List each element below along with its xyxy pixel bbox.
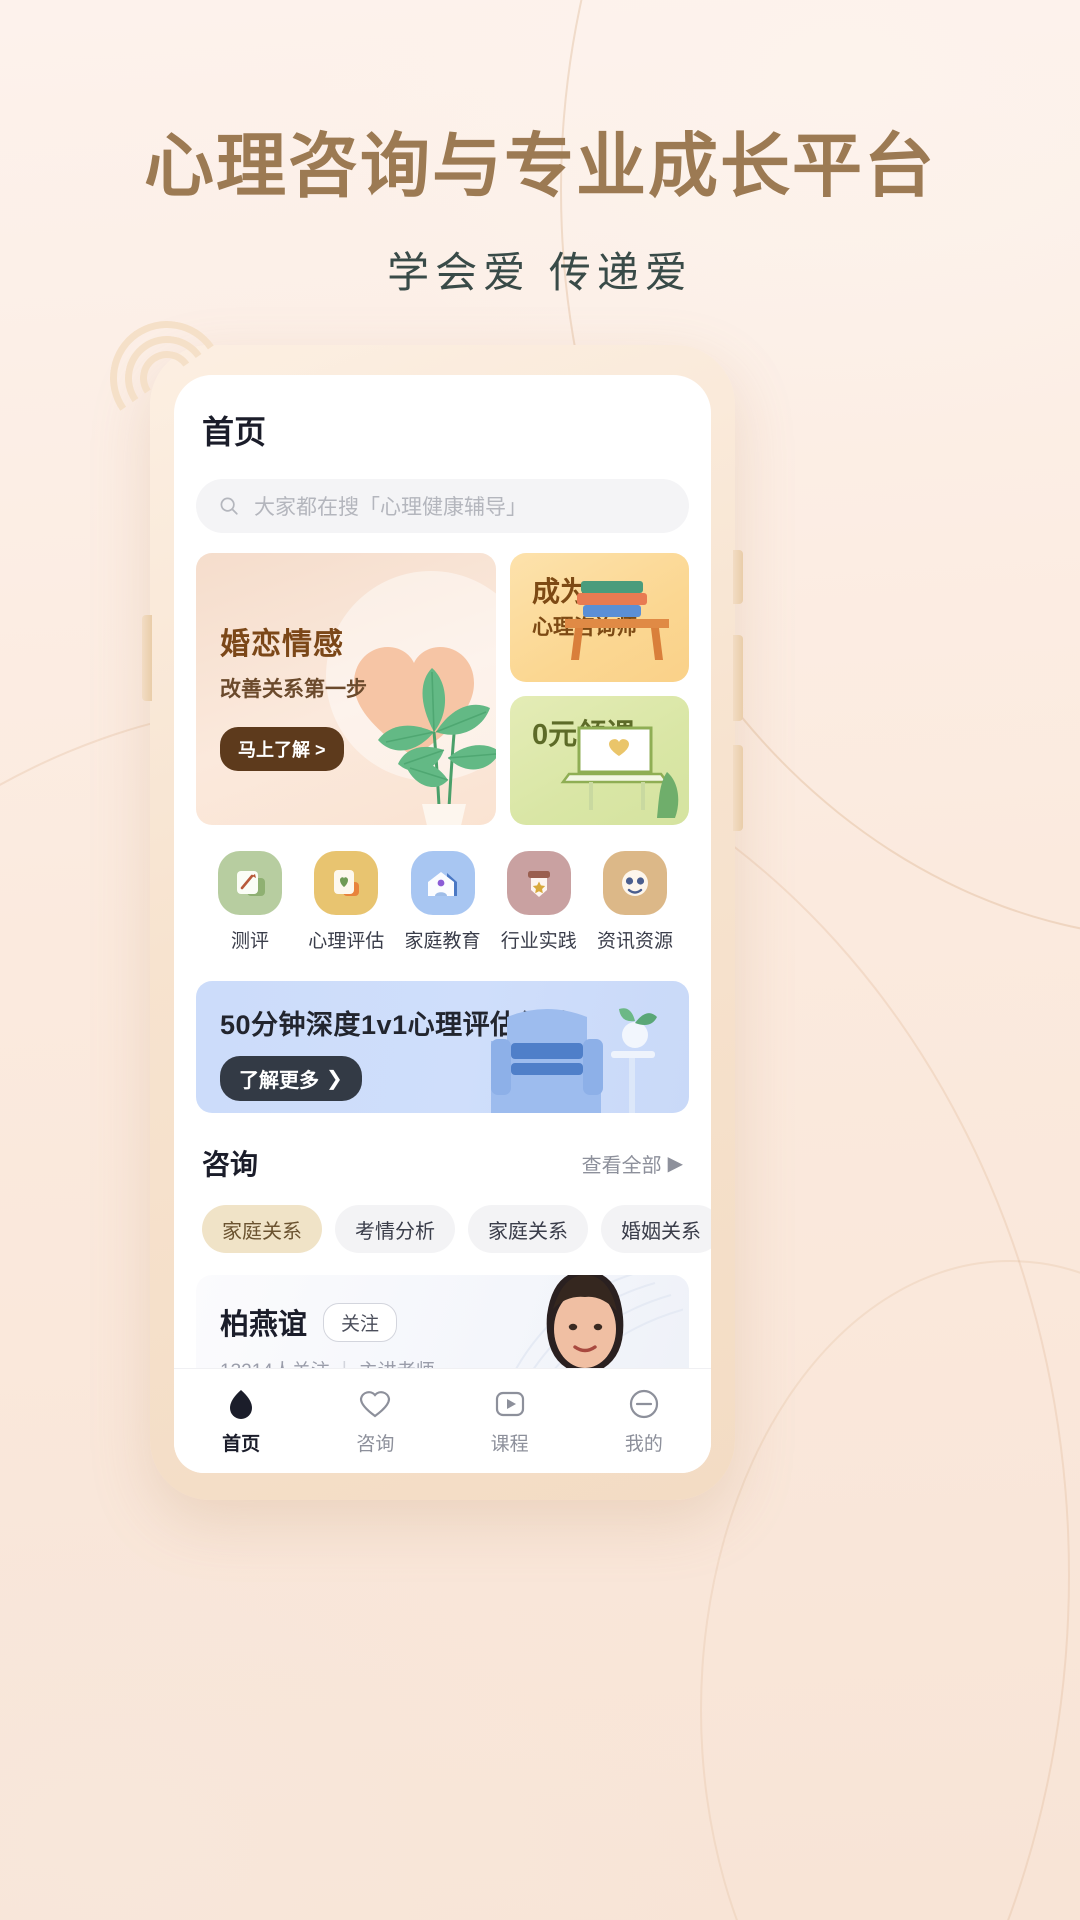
assessment-note-icon [218, 851, 282, 915]
tab-label: 咨询 [356, 1434, 395, 1455]
search-icon [220, 497, 238, 515]
plant-illustration [378, 668, 496, 825]
banner-right-column: 成为 心理咨询师 0元领课 [510, 553, 689, 825]
category-item-family-edu[interactable]: 家庭教育 [395, 851, 491, 953]
home-icon [174, 1383, 308, 1425]
search-placeholder-text: 大家都在搜「心理健康辅导」 [254, 496, 527, 519]
books-desk-icon [565, 581, 669, 660]
home-family-icon [410, 851, 475, 915]
category-item-industry-practice[interactable]: 行业实践 [491, 851, 587, 953]
banner-grid: 婚恋情感 改善关系第一步 马上了解 > 成为 [196, 553, 689, 825]
laptop-icon [560, 726, 679, 818]
tab-label: 课程 [490, 1434, 529, 1455]
consult-tag-list[interactable]: 家庭关系 考情分析 家庭关系 婚姻关系 婚姻 [196, 1205, 711, 1253]
heart-document-icon [314, 851, 379, 915]
consult-section-title: 咨询 [202, 1149, 259, 1180]
tag-chip[interactable]: 婚姻关系 [601, 1205, 711, 1253]
hero-title: 心理咨询与专业成长平台 [144, 127, 936, 205]
banner-left-cta-button[interactable]: 马上了解 > [220, 727, 344, 771]
category-label: 资讯资源 [596, 931, 673, 952]
phone-screen: 首页 大家都在搜「心理健康辅导」 婚恋情感 改善关系第一步 马上了解 > 成为 … [174, 375, 711, 1473]
follow-button[interactable]: 关注 [323, 1302, 398, 1342]
tab-consult[interactable]: 咨询 [308, 1383, 442, 1456]
phone-button-right-3 [733, 745, 743, 831]
promo-banner-assessment[interactable]: 50分钟深度1v1心理评估体验 了解更多 ❯ [196, 981, 689, 1113]
tab-label: 我的 [624, 1434, 663, 1455]
screen-scroll-area[interactable]: 首页 大家都在搜「心理健康辅导」 婚恋情感 改善关系第一步 马上了解 > 成为 … [174, 375, 711, 1368]
news-face-icon [603, 851, 667, 915]
profile-icon [577, 1383, 711, 1425]
category-item-psych-eval[interactable]: 心理评估 [298, 851, 394, 953]
chevron-right-icon: ❯ [326, 1068, 343, 1090]
phone-button-right-1 [733, 550, 743, 604]
tag-chip[interactable]: 家庭关系 [202, 1205, 322, 1253]
teacher-role: 主讲老师 [359, 1356, 435, 1368]
tab-home[interactable]: 首页 [174, 1383, 308, 1456]
promo-cta-button[interactable]: 了解更多 ❯ [220, 1056, 362, 1101]
search-input[interactable]: 大家都在搜「心理健康辅导」 [196, 479, 689, 533]
category-label: 测评 [230, 931, 269, 952]
teacher-card[interactable]: 柏燕谊 关注 13214人关注 | 主讲老师 高途家庭教育高级主讲老师 [196, 1275, 689, 1368]
promo-cta-label: 了解更多 [239, 1070, 319, 1092]
tag-chip[interactable]: 家庭关系 [468, 1205, 588, 1253]
tab-label: 首页 [222, 1434, 261, 1455]
phone-mockup: 首页 大家都在搜「心理健康辅导」 婚恋情感 改善关系第一步 马上了解 > 成为 … [100, 311, 743, 1500]
badge-star-icon [506, 851, 571, 915]
tab-courses[interactable]: 课程 [443, 1383, 577, 1456]
teacher-portrait-avatar [515, 1275, 683, 1368]
phone-button-right-2 [733, 635, 743, 721]
category-item-assessment[interactable]: 测评 [202, 851, 298, 953]
phone-button-left [142, 615, 152, 701]
sofa-illustration [491, 1008, 657, 1113]
heart-icon [308, 1383, 442, 1425]
tag-chip[interactable]: 考情分析 [335, 1205, 455, 1253]
teacher-followers: 13214人关注 [220, 1356, 330, 1368]
meta-divider: | [342, 1359, 347, 1369]
hero-subtitle: 学会爱 传递爱 [387, 249, 693, 296]
category-label: 家庭教育 [404, 931, 481, 952]
banner-become-counselor[interactable]: 成为 心理咨询师 [510, 553, 689, 682]
banner-free-course[interactable]: 0元领课 [510, 696, 689, 825]
bottom-tab-bar: 首页 咨询 课程 我的 [174, 1368, 711, 1473]
teacher-name: 柏燕谊 [220, 1309, 308, 1341]
category-label: 行业实践 [500, 931, 577, 952]
see-all-button[interactable]: 查看全部 ▶ [582, 1149, 683, 1178]
category-label: 心理评估 [308, 931, 385, 952]
hero-section: 心理咨询与专业成长平台 学会爱 传递爱 [0, 0, 1080, 300]
category-icon-row: 测评 心理评估 家庭教育 行业实践 资讯资源 [196, 851, 689, 953]
triangle-right-icon: ▶ [667, 1152, 683, 1175]
consult-section-header: 咨询 查看全部 ▶ [196, 1143, 689, 1183]
play-icon [443, 1383, 577, 1425]
see-all-label: 查看全部 [581, 1154, 662, 1177]
category-item-news-resources[interactable]: 资讯资源 [587, 851, 683, 953]
page-title: 首页 [202, 414, 267, 450]
banner-marriage-emotion[interactable]: 婚恋情感 改善关系第一步 马上了解 > [196, 553, 496, 825]
tab-profile[interactable]: 我的 [577, 1383, 711, 1456]
